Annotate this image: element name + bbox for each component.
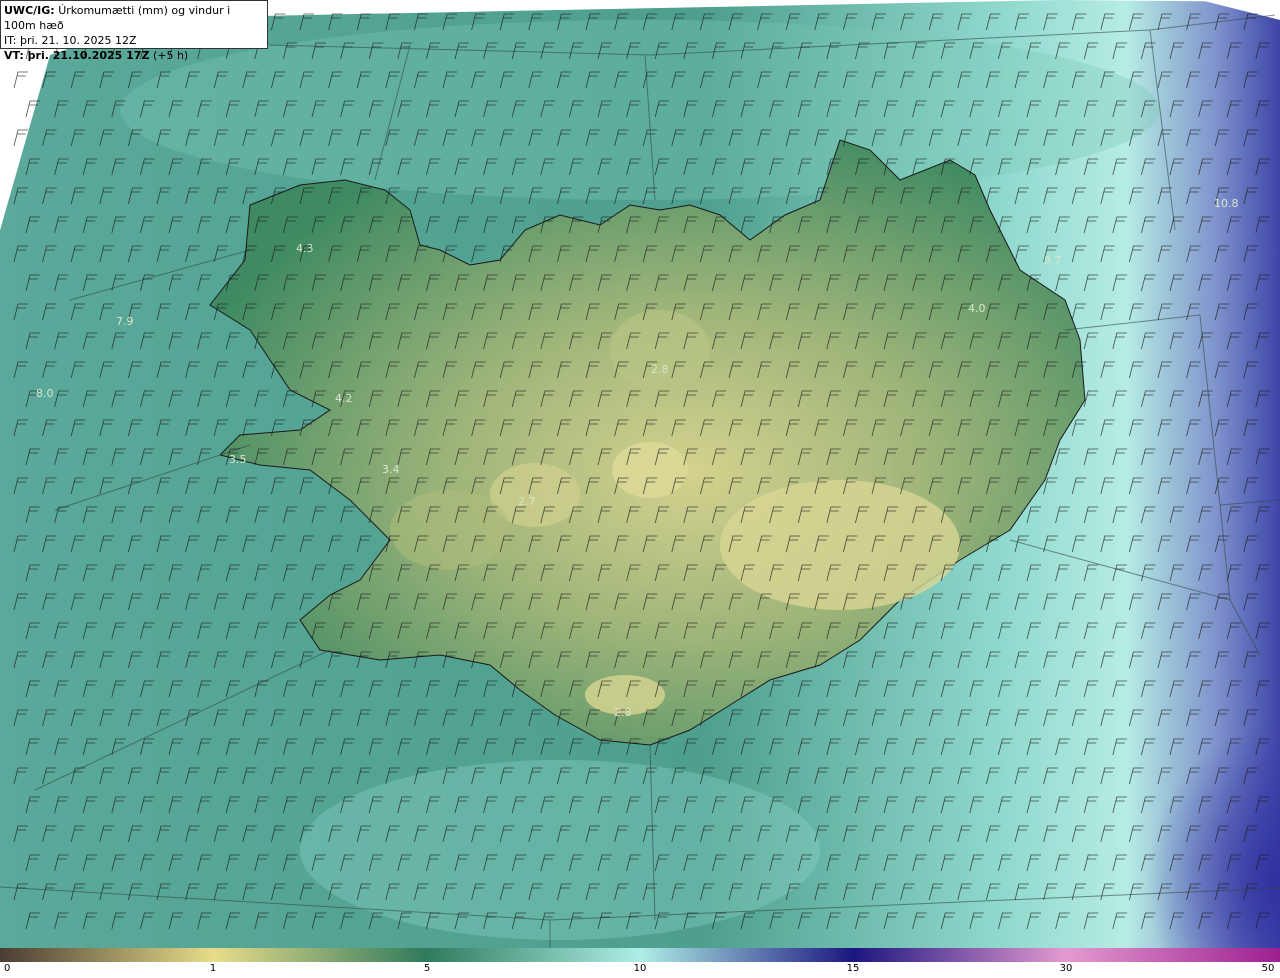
model-name: UWC/IG: [4,4,55,17]
precip-label: 2.7 [518,495,536,508]
precip-label: 2.8 [614,706,632,719]
valid-time: VT: þri. 21.10.2025 17Z [4,49,150,62]
colorbar-tick: 30 [1059,963,1073,974]
precip-label: 10.8 [1214,197,1239,210]
init-time: IT: þri. 21. 10. 2025 12Z [4,34,137,47]
precip-label: 3.5 [229,453,247,466]
colorbar-tick: 0 [4,963,11,974]
precip-label: 4.3 [296,242,314,255]
colorbar-tick: 5 [423,963,431,974]
precip-label: 7.9 [116,315,134,328]
precip-label: 8.0 [36,387,54,400]
colorbar-tick: 15 [846,963,860,974]
colorbar-gradient [0,948,1280,962]
valid-offset: (+5 h) [152,49,189,62]
colorbar-tick: 1 [209,963,217,974]
map-title-line: UWC/IG: Úrkomumætti (mm) og vindur i 100… [4,3,264,33]
colorbar-tick: 50 [1261,963,1275,974]
precip-label: 3.4 [382,463,400,476]
precip-label: 4.2 [335,392,353,405]
precipitation-wind-map: 4.3 7.9 8.0 4.2 3.5 3.4 2.7 2.8 4.0 9.7 … [0,0,1280,948]
precip-label: 9.7 [1044,254,1062,267]
precip-label: 4.0 [968,302,986,315]
map-info-box: UWC/IG: Úrkomumætti (mm) og vindur i 100… [0,0,268,62]
colorbar-tick: 10 [633,963,647,974]
valid-time-line: VT: þri. 21.10.2025 17Z (+5 h) [4,48,264,63]
precip-label: 2.8 [651,363,669,376]
